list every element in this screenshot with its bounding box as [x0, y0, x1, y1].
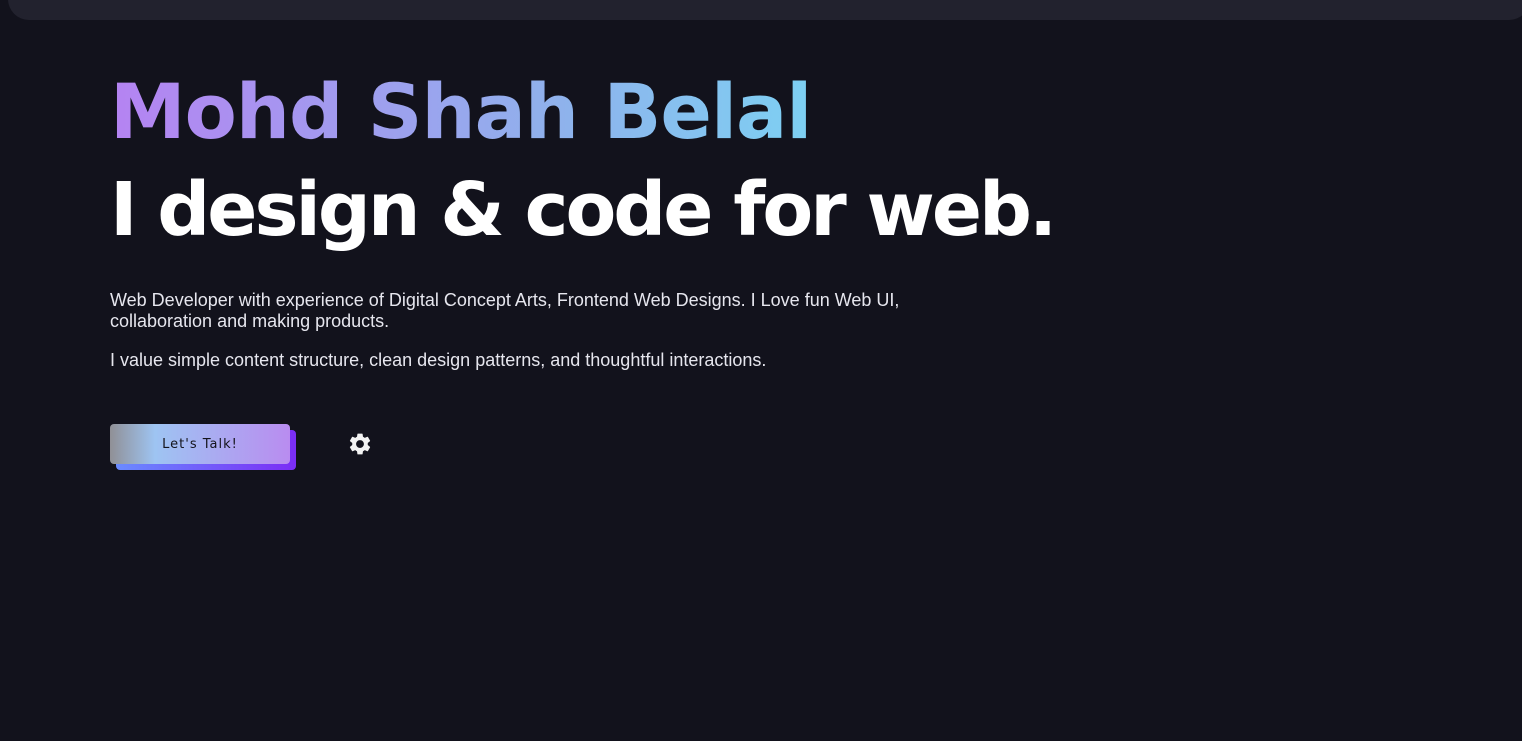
hero-tagline: I design & code for web.	[110, 167, 1057, 253]
cta-container: Let's Talk!	[110, 424, 296, 470]
lets-talk-button[interactable]: Let's Talk!	[110, 424, 290, 464]
bio-section: Web Developer with experience of Digital…	[110, 290, 940, 389]
top-navigation-bar	[8, 0, 1522, 20]
hero-section: Mohd Shah Belal I design & code for web.	[110, 64, 1057, 256]
bio-paragraph-2: I value simple content structure, clean …	[110, 350, 767, 370]
gear-icon	[349, 433, 371, 455]
bio-paragraph-1: Web Developer with experience of Digital…	[110, 290, 900, 331]
hero-name: Mohd Shah Belal	[110, 64, 1010, 160]
settings-button[interactable]	[346, 430, 374, 458]
